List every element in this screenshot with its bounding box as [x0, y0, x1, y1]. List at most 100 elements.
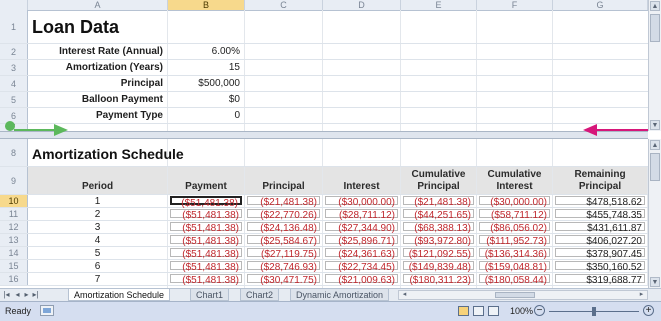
loan-data-title[interactable]: Loan Data: [32, 10, 232, 43]
cell-payment[interactable]: ($51,481.38): [168, 234, 245, 247]
cell-period[interactable]: 2: [28, 208, 168, 220]
cell-cumulative-interest[interactable]: ($30,000.00): [477, 195, 553, 208]
cell-payment[interactable]: ($51,481.38): [168, 273, 245, 286]
row-number[interactable]: 13: [0, 234, 28, 246]
cell-remaining-principal[interactable]: $378,907.45: [553, 247, 648, 260]
cell-period[interactable]: 5: [28, 247, 168, 259]
loan-label-principal[interactable]: Principal: [28, 76, 168, 91]
row-number[interactable]: 14: [0, 247, 28, 259]
cell-cumulative-principal[interactable]: ($121,092.55): [401, 247, 477, 260]
cell-period[interactable]: 1: [28, 195, 168, 207]
header-remaining-principal[interactable]: Remaining Principal: [553, 167, 648, 194]
column-header-c[interactable]: C: [245, 0, 323, 10]
cell-remaining-principal[interactable]: $406,027.20: [553, 234, 648, 247]
select-all-corner[interactable]: [0, 0, 28, 10]
cell-remaining-principal[interactable]: $455,748.35: [553, 208, 648, 221]
column-header-d[interactable]: D: [323, 0, 401, 10]
loan-value-amortization[interactable]: 15: [168, 60, 245, 75]
last-sheet-icon[interactable]: ▸|: [31, 290, 40, 299]
header-period[interactable]: Period: [28, 167, 168, 194]
cell-remaining-principal[interactable]: $431,611.87: [553, 221, 648, 234]
scroll-up-icon[interactable]: ▲: [650, 1, 660, 11]
cell-interest[interactable]: ($30,000.00): [323, 195, 401, 208]
row-number[interactable]: 1: [0, 10, 28, 43]
scroll-thumb[interactable]: [650, 14, 660, 42]
page-layout-view-icon[interactable]: [473, 306, 484, 316]
cell-interest[interactable]: ($22,734.45): [323, 260, 401, 273]
cell-cumulative-principal[interactable]: ($93,972.80): [401, 234, 477, 247]
cell-principal[interactable]: ($28,746.93): [245, 260, 323, 273]
cell-remaining-principal[interactable]: $319,688.77: [553, 273, 648, 286]
vertical-scrollbar-top[interactable]: ▲ ▼: [648, 0, 661, 131]
schedule-title[interactable]: Amortization Schedule: [32, 139, 332, 166]
cell-cumulative-interest[interactable]: ($180,058.44): [477, 273, 553, 286]
cell-principal[interactable]: ($27,119.75): [245, 247, 323, 260]
cell-payment[interactable]: ($51,481.38): [168, 247, 245, 260]
zoom-level[interactable]: 100%: [510, 306, 533, 316]
column-header-f[interactable]: F: [477, 0, 553, 10]
row-number[interactable]: 3: [0, 60, 28, 75]
header-payment[interactable]: Payment: [168, 167, 245, 194]
cell-cumulative-interest[interactable]: ($86,056.02): [477, 221, 553, 234]
cell-principal[interactable]: ($25,584.67): [245, 234, 323, 247]
cell-payment[interactable]: ($51,481.38): [168, 208, 245, 221]
cell-period[interactable]: 6: [28, 260, 168, 272]
cell-payment[interactable]: ($51,481.38): [168, 195, 245, 209]
cell-period[interactable]: 7: [28, 273, 168, 285]
row-number[interactable]: 5: [0, 92, 28, 107]
loan-label-payment-type[interactable]: Payment Type: [28, 108, 168, 123]
cell-payment[interactable]: ($51,481.38): [168, 221, 245, 234]
cell-cumulative-interest[interactable]: ($58,711.12): [477, 208, 553, 221]
cell-principal[interactable]: ($24,136.48): [245, 221, 323, 234]
row-number[interactable]: 9: [0, 167, 28, 194]
scroll-thumb[interactable]: [650, 153, 660, 181]
scroll-left-icon[interactable]: ◂: [400, 291, 409, 299]
scroll-down-icon[interactable]: ▼: [650, 120, 660, 130]
macro-record-icon[interactable]: [40, 305, 54, 316]
next-sheet-icon[interactable]: ▸: [22, 290, 31, 299]
header-cumulative-principal[interactable]: Cumulative Principal: [401, 167, 477, 194]
loan-value-interest-rate[interactable]: 6.00%: [168, 44, 245, 59]
zoom-out-icon[interactable]: −: [534, 305, 545, 316]
cell-principal[interactable]: ($30,471.75): [245, 273, 323, 286]
row-number[interactable]: 4: [0, 76, 28, 91]
sheet-tab-amortization-schedule[interactable]: Amortization Schedule: [68, 289, 171, 301]
sheet-tab-dynamic-amortization[interactable]: Dynamic Amortization: [290, 289, 390, 301]
loan-label-balloon[interactable]: Balloon Payment: [28, 92, 168, 107]
cell-cumulative-interest[interactable]: ($111,952.73): [477, 234, 553, 247]
row-number[interactable]: 10: [0, 195, 28, 207]
cell-cumulative-principal[interactable]: ($21,481.38): [401, 195, 477, 208]
sheet-tab-chart1[interactable]: Chart1: [190, 289, 230, 301]
cell-period[interactable]: 3: [28, 221, 168, 233]
scroll-right-icon[interactable]: ▸: [637, 291, 646, 299]
sheet-tab-chart2[interactable]: Chart2: [240, 289, 280, 301]
cell-principal[interactable]: ($21,481.38): [245, 195, 323, 208]
cell-interest[interactable]: ($25,896.71): [323, 234, 401, 247]
cell-cumulative-interest[interactable]: ($136,314.36): [477, 247, 553, 260]
horizontal-scroll-thumb[interactable]: [495, 292, 535, 298]
normal-view-icon[interactable]: [458, 306, 469, 316]
first-sheet-icon[interactable]: |◂: [2, 290, 11, 299]
loan-value-balloon[interactable]: $0: [168, 92, 245, 107]
cell-principal[interactable]: ($22,770.26): [245, 208, 323, 221]
cell-interest[interactable]: ($21,009.63): [323, 273, 401, 286]
column-header-g[interactable]: G: [553, 0, 648, 10]
pane-split-bar[interactable]: [0, 131, 648, 139]
scroll-up-icon[interactable]: ▲: [650, 140, 660, 150]
column-header-e[interactable]: E: [401, 0, 477, 10]
header-cumulative-interest[interactable]: Cumulative Interest: [477, 167, 553, 194]
loan-value-principal[interactable]: $500,000: [168, 76, 245, 91]
zoom-in-icon[interactable]: +: [643, 305, 654, 316]
header-interest[interactable]: Interest: [323, 167, 401, 194]
cell-remaining-principal[interactable]: $478,518.62: [553, 195, 648, 208]
row-number[interactable]: 15: [0, 260, 28, 272]
row-number[interactable]: 6: [0, 108, 28, 123]
cell-cumulative-principal[interactable]: ($44,251.65): [401, 208, 477, 221]
cell-payment[interactable]: ($51,481.38): [168, 260, 245, 273]
column-header-b[interactable]: B: [168, 0, 245, 10]
cell-cumulative-interest[interactable]: ($159,048.81): [477, 260, 553, 273]
cell-cumulative-principal[interactable]: ($149,839.48): [401, 260, 477, 273]
row-number[interactable]: 2: [0, 44, 28, 59]
column-header-a[interactable]: A: [28, 0, 168, 10]
scroll-down-icon[interactable]: ▼: [650, 277, 660, 287]
